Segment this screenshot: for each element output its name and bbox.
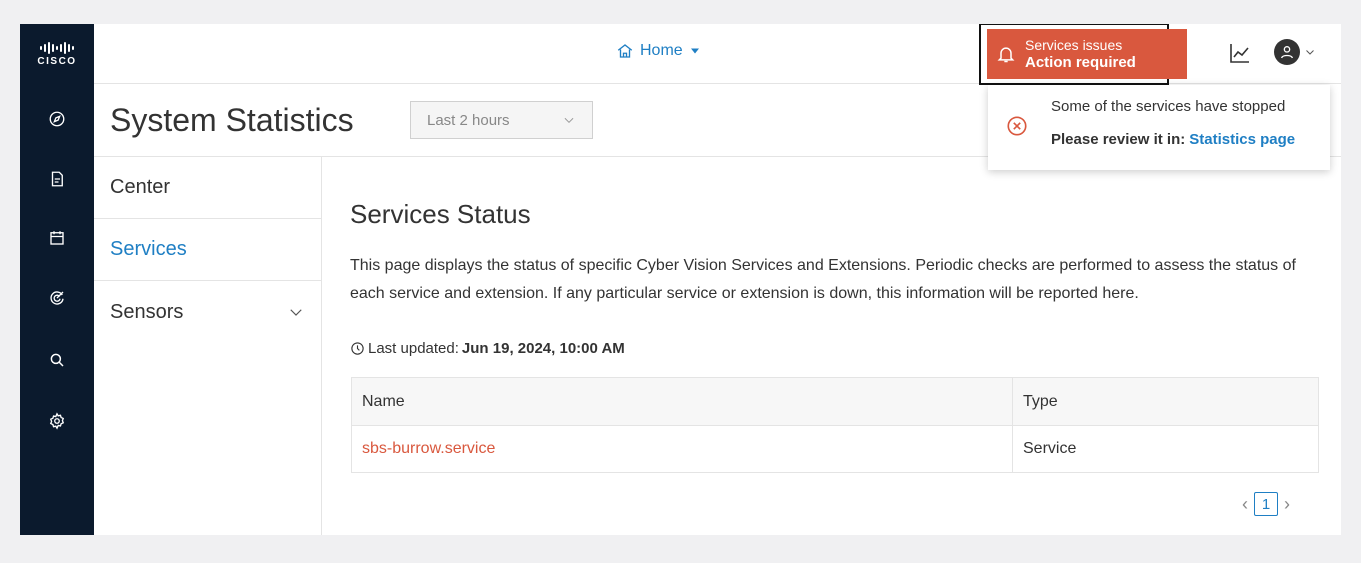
popover-instruction-text: Please review it in: bbox=[1051, 131, 1186, 148]
popover-message: Some of the services have stopped bbox=[1051, 98, 1286, 115]
user-icon bbox=[1281, 46, 1293, 59]
bell-icon bbox=[987, 44, 1025, 64]
service-type-cell: Service bbox=[1012, 425, 1319, 473]
alert-title: Services issues bbox=[1025, 37, 1123, 53]
avatar bbox=[1274, 39, 1300, 65]
subnav-item-center[interactable]: Center bbox=[94, 157, 321, 219]
search-icon bbox=[50, 353, 64, 367]
popover-instruction: Please review it in: Statistics page bbox=[1051, 131, 1295, 148]
home-menu[interactable]: Home bbox=[616, 42, 701, 60]
pagination: ‹ 1 › bbox=[1242, 492, 1290, 516]
home-label: Home bbox=[640, 42, 683, 59]
time-range-value: Last 2 hours bbox=[427, 111, 510, 129]
subnav-item-sensors[interactable]: Sensors bbox=[94, 281, 321, 343]
user-menu[interactable] bbox=[1274, 39, 1316, 65]
statistics-page-link[interactable]: Statistics page bbox=[1189, 131, 1295, 148]
home-icon bbox=[617, 44, 633, 58]
statistics-subnav: Center Services Sensors bbox=[94, 157, 322, 535]
report-icon bbox=[51, 171, 63, 187]
next-page-button[interactable]: › bbox=[1284, 494, 1290, 515]
caret-down-icon bbox=[690, 48, 699, 54]
chevron-down-icon bbox=[564, 117, 574, 123]
line-chart-icon bbox=[1230, 44, 1249, 63]
section-title: Services Status bbox=[350, 199, 531, 229]
rail-events-button[interactable] bbox=[45, 226, 69, 250]
cisco-logo-bars-icon bbox=[40, 41, 74, 54]
rail-search-button[interactable] bbox=[45, 348, 69, 372]
table-row: sbs-burrow.service Service bbox=[352, 425, 1319, 473]
page-number-button[interactable]: 1 bbox=[1254, 492, 1278, 516]
rail-settings-button[interactable] bbox=[45, 409, 69, 433]
statistics-chart-button[interactable] bbox=[1228, 41, 1252, 65]
last-updated-value: Jun 19, 2024, 10:00 AM bbox=[461, 340, 625, 357]
last-updated-label: Last updated: bbox=[368, 340, 459, 357]
page-title: System Statistics bbox=[110, 102, 354, 138]
subnav-item-label: Sensors bbox=[110, 300, 184, 323]
subnav-item-services[interactable]: Services bbox=[94, 219, 321, 281]
main-content: Services Status This page displays the s… bbox=[322, 157, 1341, 535]
rail-monitor-button[interactable] bbox=[45, 286, 69, 310]
table-header-row: Name Type bbox=[351, 377, 1319, 426]
last-updated: Last updated: Jun 19, 2024, 10:00 AM bbox=[350, 340, 625, 357]
left-nav-rail: CISCO bbox=[20, 24, 94, 535]
rail-reports-button[interactable] bbox=[45, 167, 69, 191]
services-table: Name Type sbs-burrow.service Service bbox=[351, 377, 1319, 473]
logo-text: CISCO bbox=[37, 55, 77, 67]
error-circle-icon bbox=[1007, 116, 1027, 136]
calendar-icon bbox=[50, 231, 64, 245]
prev-page-button[interactable]: ‹ bbox=[1242, 494, 1248, 515]
subnav-item-label: Center bbox=[110, 176, 171, 198]
chevron-down-icon bbox=[1306, 50, 1314, 55]
clock-icon bbox=[351, 342, 364, 355]
radar-icon bbox=[50, 291, 64, 305]
cisco-logo[interactable]: CISCO bbox=[20, 24, 94, 84]
services-issues-popover: Some of the services have stopped Please… bbox=[988, 85, 1330, 170]
subnav-item-label: Services bbox=[110, 238, 187, 260]
rail-explore-button[interactable] bbox=[45, 107, 69, 131]
top-bar: Home Services issues Action required bbox=[94, 24, 1341, 85]
app-window: CISCO Home Services issues Action requir… bbox=[20, 24, 1341, 535]
column-header-name[interactable]: Name bbox=[351, 377, 1013, 426]
services-issues-alert-button[interactable]: Services issues Action required bbox=[987, 29, 1187, 79]
compass-icon bbox=[49, 111, 65, 127]
gear-icon bbox=[49, 412, 65, 430]
time-range-select[interactable]: Last 2 hours bbox=[410, 101, 593, 139]
chevron-down-icon bbox=[290, 309, 302, 316]
service-name-link[interactable]: sbs-burrow.service bbox=[362, 440, 495, 457]
column-header-type[interactable]: Type bbox=[1012, 377, 1319, 426]
section-description: This page displays the status of specifi… bbox=[350, 257, 1296, 302]
alert-subtitle: Action required bbox=[1025, 54, 1136, 71]
